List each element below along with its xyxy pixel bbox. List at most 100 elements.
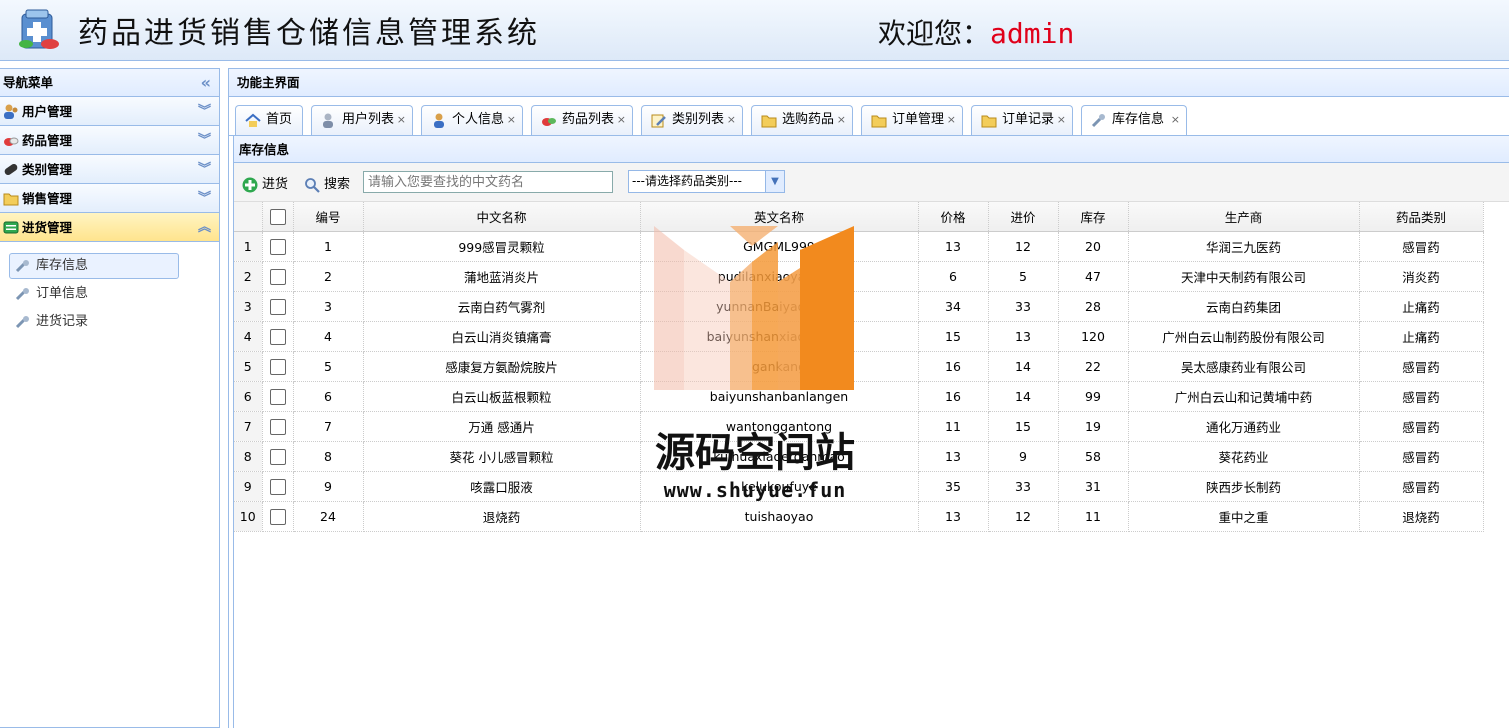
nav-group-drugs[interactable]: 药品管理 ︾ [0,126,219,155]
cell-id: 2 [293,261,364,292]
row-checkbox[interactable] [262,411,294,442]
category-select-value: ---请选择药品类别--- [632,174,742,188]
cell-en-name: kelukoufuye [640,471,919,502]
tab-stock-info[interactable]: 库存信息 × [1081,105,1187,136]
table-row[interactable]: 6 6 白云山板蓝根颗粒 baiyunshanbanlangen 16 14 99 广州白云山… [234,381,1484,412]
nav-sub-label: 库存信息 [36,258,89,273]
col-header-en-name[interactable]: 英文名称 [640,202,919,232]
stock-table: 编号 中文名称 英文名称 价格 进价 库存 生产商 药品类别 1 1 999感冒灵颗… [234,202,1484,532]
table-row[interactable]: 2 2 蒲地蓝消炎片 pudilanxiaoyanpian 6 5 47 天津中天制药有限公司… [234,261,1484,292]
tab-label: 订单管理 [892,112,945,127]
table-row[interactable]: 1 1 999感冒灵颗粒 GMGML999 13 12 20 华润三九医药 感冒药 [234,231,1484,262]
close-icon[interactable]: × [507,106,516,134]
row-checkbox[interactable] [262,231,294,262]
user-icon [434,113,444,128]
cell-maker: 广州白云山制药股份有限公司 [1128,321,1360,352]
close-icon[interactable]: × [617,106,626,134]
nav-group-sales[interactable]: 销售管理 ︾ [0,184,219,213]
table-row[interactable]: 8 8 葵花 小儿感冒颗粒 kuihuaxiaoerganmao 13 9 58 葵花药业 感冒… [234,441,1484,472]
cell-en-name: baiyunshanbanlangen [640,381,919,412]
col-header-stock[interactable]: 库存 [1058,202,1129,232]
row-number: 2 [234,261,263,292]
nav-group-label: 用户管理 [22,104,73,119]
cell-maker: 陕西步长制药 [1128,471,1360,502]
nav-group-users[interactable]: 用户管理 ︾ [0,97,219,126]
col-header-cn-name[interactable]: 中文名称 [363,202,641,232]
cell-cn-name: 999感冒灵颗粒 [363,231,641,262]
row-checkbox[interactable] [262,381,294,412]
col-header-cost[interactable]: 进价 [988,202,1059,232]
cell-price: 13 [918,231,989,262]
row-checkbox[interactable] [262,321,294,352]
tab-label: 个人信息 [452,112,505,127]
row-checkbox[interactable] [262,441,294,472]
folder-icon [871,115,887,128]
table-row[interactable]: 7 7 万通 感通片 wantonggantong 11 15 19 通化万通药业 感冒药 [234,411,1484,442]
tab-user-list[interactable]: 用户列表 × [311,105,413,135]
cell-stock: 20 [1058,231,1129,262]
row-checkbox[interactable] [262,291,294,322]
table-row[interactable]: 3 3 云南白药气雾剂 yunnanBaiyaoqiwuji 34 33 28 云南白药集团止… [234,291,1484,322]
nav-group-purchasing[interactable]: 进货管理 ︽ [0,213,219,242]
col-header-maker[interactable]: 生产商 [1128,202,1360,232]
close-icon[interactable]: × [397,106,406,134]
row-checkbox[interactable] [262,501,294,532]
col-header-id[interactable]: 编号 [293,202,364,232]
expand-icon: ︾ [197,133,211,148]
row-checkbox[interactable] [262,261,294,292]
cell-price: 16 [918,381,989,412]
tab-drug-list[interactable]: 药品列表 × [531,105,633,135]
cell-price: 35 [918,471,989,502]
search-label: 搜索 [324,177,351,192]
cell-price: 13 [918,441,989,472]
cell-category: 消炎药 [1359,261,1484,292]
tab-order-management[interactable]: 订单管理 × [861,105,963,135]
close-icon[interactable]: × [837,106,846,134]
table-row[interactable]: 10 24 退烧药 tuishaoyao 13 12 11 重中之重 退烧药 [234,501,1484,532]
table-header-row: 编号 中文名称 英文名称 价格 进价 库存 生产商 药品类别 [234,202,1484,232]
nav-sub-stock-info[interactable]: 库存信息 [0,252,219,280]
welcome-prefix: 欢迎您： [878,17,991,50]
row-checkbox[interactable] [262,351,294,382]
cell-price: 15 [918,321,989,352]
table-row[interactable]: 5 5 感康复方氨酚烷胺片 gankang 16 14 22 吴太感康药业有限公司 感冒药 [234,351,1484,382]
main-panel: 功能主界面 首页 用户列表 × 个人信息 × 药品列表 × 类别列表 × 选购药… [228,68,1509,728]
cell-en-name: yunnanBaiyaoqiwuji [640,291,919,322]
col-header-category[interactable]: 药品类别 [1359,202,1484,232]
pencil-icon [651,114,666,128]
cell-category: 感冒药 [1359,471,1484,502]
collapse-left-icon[interactable]: « [201,69,211,97]
select-all-checkbox[interactable] [262,202,294,232]
nav-sub-purchase-records[interactable]: 进货记录 [0,308,219,336]
close-icon[interactable]: × [1171,106,1180,134]
cell-id: 24 [293,501,364,532]
search-input[interactable] [363,171,613,193]
tab-label: 库存信息 [1112,112,1165,127]
col-header-price[interactable]: 价格 [918,202,989,232]
cell-price: 13 [918,501,989,532]
tab-label: 首页 [266,112,293,127]
tab-profile[interactable]: 个人信息 × [421,105,523,135]
wrench-icon [15,260,29,273]
tab-home[interactable]: 首页 [235,105,303,135]
tab-select-drugs[interactable]: 选购药品 × [751,105,853,135]
stock-in-button[interactable]: 进货 [242,173,288,193]
tab-category-list[interactable]: 类别列表 × [641,105,743,135]
close-icon[interactable]: × [1057,106,1066,134]
cell-id: 5 [293,351,364,382]
close-icon[interactable]: × [947,106,956,134]
nav-sub-order-info[interactable]: 订单信息 [0,280,219,308]
category-select[interactable]: ---请选择药品类别--- ▼ [628,170,785,193]
cell-cost: 33 [988,471,1059,502]
folder-icon [3,193,19,206]
nav-group-categories[interactable]: 类别管理 ︾ [0,155,219,184]
cell-maker: 广州白云山和记黄埔中药 [1128,381,1360,412]
tab-order-records[interactable]: 订单记录 × [971,105,1073,135]
close-icon[interactable]: × [727,106,736,134]
table-row[interactable]: 9 9 咳露口服液 kelukoufuye 35 33 31 陕西步长制药 感冒药 [234,471,1484,502]
search-button[interactable]: 搜索 [304,173,350,193]
table-row[interactable]: 4 4 白云山消炎镇痛膏 baiyunshanxiaoyangao 15 13 120 广州白… [234,321,1484,352]
row-checkbox[interactable] [262,471,294,502]
row-number: 5 [234,351,263,382]
cell-cost: 12 [988,501,1059,532]
